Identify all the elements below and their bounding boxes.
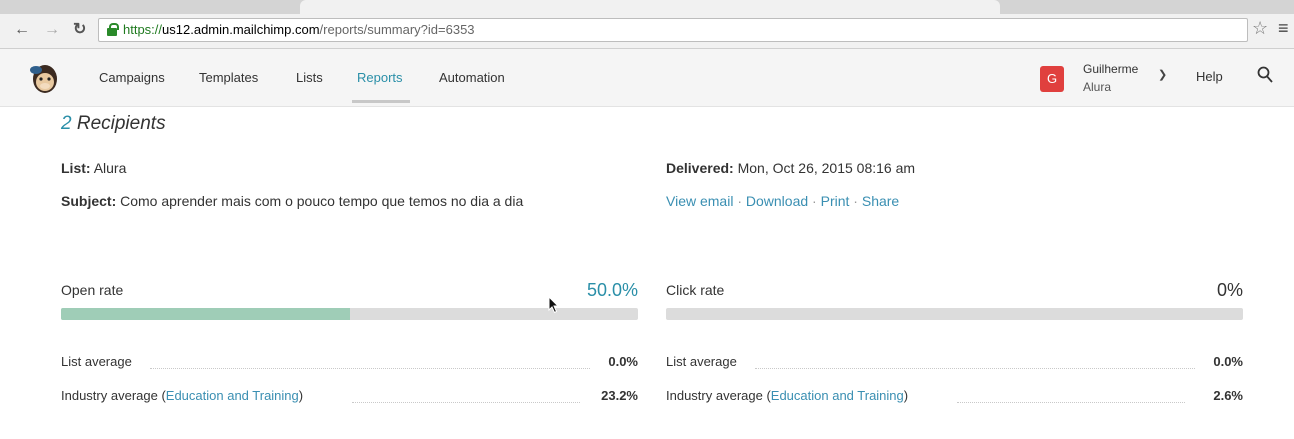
email-actions: View email · Download · Print · Share (666, 192, 899, 210)
click-list-average-label: List average (666, 354, 737, 369)
click-industry-average-row: Industry average (Education and Training… (666, 388, 908, 403)
delivered-value: Mon, Oct 26, 2015 08:16 am (737, 160, 916, 176)
mouse-cursor-icon (548, 296, 560, 314)
separator: · (733, 193, 746, 209)
mailchimp-logo-icon[interactable] (30, 60, 60, 94)
view-email-link[interactable]: View email (666, 193, 733, 209)
url-host: us12.admin.mailchimp.com (162, 22, 320, 37)
address-bar[interactable]: https://us12.admin.mailchimp.com/reports… (98, 18, 1248, 42)
bookmark-star-icon[interactable]: ☆ (1252, 18, 1268, 39)
search-icon[interactable] (1257, 66, 1273, 84)
user-name[interactable]: Guilherme (1083, 62, 1138, 77)
open-industry-average-row: Industry average (Education and Training… (61, 388, 303, 403)
recipients-heading: 2 Recipients (61, 113, 166, 135)
delivered-label: Delivered: (666, 160, 734, 176)
nav-active-indicator (352, 100, 410, 103)
nav-automation[interactable]: Automation (439, 69, 505, 87)
download-link[interactable]: Download (746, 193, 808, 209)
separator: · (808, 193, 821, 209)
click-industry-average-value: 2.6% (1213, 388, 1243, 403)
print-link[interactable]: Print (821, 193, 850, 209)
browser-menu-icon[interactable]: ≡ (1278, 18, 1289, 39)
separator: · (849, 193, 862, 209)
industry-average-prefix: Industry average ( (666, 388, 771, 403)
delivered-row: Delivered: Mon, Oct 26, 2015 08:16 am (666, 159, 915, 177)
industry-average-suffix: ) (298, 388, 304, 403)
open-list-average-label: List average (61, 354, 132, 369)
recipients-label: Recipients (76, 113, 166, 134)
industry-average-prefix: Industry average ( (61, 388, 166, 403)
back-icon[interactable]: ← (14, 20, 30, 40)
app-nav-bar (0, 49, 1294, 107)
industry-link[interactable]: Education and Training (771, 388, 904, 403)
nav-templates[interactable]: Templates (199, 69, 258, 87)
industry-link[interactable]: Education and Training (166, 388, 299, 403)
url-scheme: https:// (123, 22, 163, 37)
forward-icon[interactable]: → (44, 20, 60, 40)
chevron-down-icon[interactable]: ❯ (1158, 68, 1167, 81)
nav-reports[interactable]: Reports (357, 69, 403, 87)
subject-row: Subject: Como aprender mais com o pouco … (61, 192, 523, 210)
subject-value: Como aprender mais com o pouco tempo que… (120, 193, 524, 209)
click-list-average-value: 0.0% (1213, 354, 1243, 369)
dotted-leader (150, 368, 590, 369)
list-row: List: Alura (61, 159, 126, 177)
click-rate-bar (666, 308, 1243, 320)
open-rate-label: Open rate (61, 282, 124, 298)
click-rate-value: 0% (1216, 280, 1243, 300)
help-link[interactable]: Help (1196, 69, 1223, 84)
dotted-leader (755, 368, 1195, 369)
reload-icon[interactable]: ↻ (73, 20, 86, 40)
industry-average-suffix: ) (903, 388, 909, 403)
open-rate-bar-fill (61, 308, 350, 320)
org-name[interactable]: Alura (1083, 80, 1111, 95)
url-text[interactable]: https://us12.admin.mailchimp.com/reports… (123, 22, 475, 38)
subject-label: Subject: (61, 193, 117, 209)
click-rate-label: Click rate (666, 282, 725, 298)
browser-tab[interactable] (300, 0, 1000, 14)
list-value: Alura (93, 160, 127, 176)
share-link[interactable]: Share (862, 193, 899, 209)
nav-lists[interactable]: Lists (296, 69, 323, 87)
url-path: /reports/summary?id=6353 (319, 22, 475, 37)
tab-strip (0, 0, 1294, 14)
dotted-leader (957, 402, 1185, 403)
nav-campaigns[interactable]: Campaigns (99, 69, 165, 87)
avatar[interactable]: G (1040, 66, 1064, 92)
lock-icon (107, 23, 119, 36)
open-industry-average-value: 23.2% (601, 388, 638, 403)
dotted-leader (352, 402, 580, 403)
open-list-average-value: 0.0% (608, 354, 638, 369)
recipients-count: 2 (61, 113, 72, 134)
list-label: List: (61, 160, 91, 176)
